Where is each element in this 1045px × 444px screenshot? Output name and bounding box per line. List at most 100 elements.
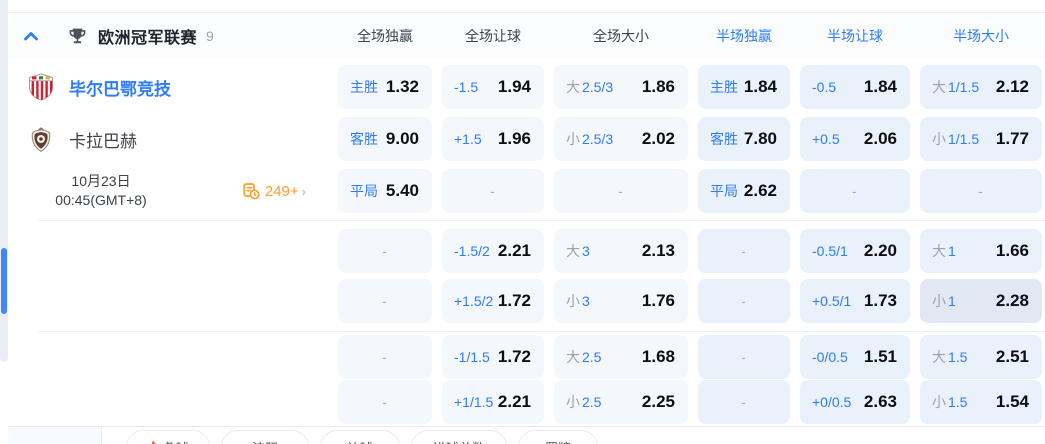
away-team[interactable]: 卡拉巴赫	[8, 113, 328, 165]
odds-value: 1.32	[386, 77, 419, 97]
odds-value: 1.66	[996, 241, 1029, 261]
odds-label: 大1.5	[932, 347, 967, 367]
odds-value: 2.02	[642, 129, 675, 149]
odds-cell[interactable]: -1.5/22.21	[442, 229, 544, 273]
market-tab[interactable]: 角球	[126, 430, 210, 444]
odds-value: 1.77	[996, 129, 1029, 149]
odds-cell-empty: -	[338, 380, 432, 424]
overunder-prefix: 大	[566, 349, 580, 365]
odds-value: 9.00	[386, 129, 419, 149]
home-team[interactable]: 毕尔巴鄂竞技	[8, 61, 328, 113]
chevron-down-icon	[45, 439, 65, 444]
odds-label: 小3	[566, 291, 590, 311]
top-strip	[8, 0, 1045, 13]
match-time: 00:45(GMT+8)	[8, 191, 194, 210]
league-header[interactable]: 欧洲冠军联赛 9 全场独赢 全场让球 全场大小 半场独赢 半场让球 半场大小	[8, 13, 1045, 59]
odds-cell[interactable]: +0.5/11.73	[800, 279, 910, 323]
odds-label: -1/1.5	[454, 349, 490, 365]
flame-icon	[147, 440, 159, 444]
column-header-halftime-1x2: 半场独赢	[698, 26, 790, 46]
odds-cell[interactable]: 大11.66	[920, 229, 1042, 273]
odds-cell-empty: -	[800, 169, 910, 213]
bottom-bar: 角球 波胆 让球 进球总数 罚牌	[8, 426, 1045, 444]
odds-value: 1.96	[498, 129, 531, 149]
column-header-halftime-overunder: 半场大小	[920, 26, 1042, 46]
home-team-name: 毕尔巴鄂竞技	[69, 75, 171, 100]
odds-cell[interactable]: 小2.52.25	[554, 380, 688, 424]
overunder-prefix: 小	[932, 293, 946, 309]
collapse-toggle[interactable]	[8, 427, 102, 444]
odds-cell-empty: -	[338, 279, 432, 323]
odds-cell[interactable]: 小1.5 1.54	[920, 380, 1042, 424]
odds-value: 1.86	[642, 77, 675, 97]
odds-label: 小1/1.5	[932, 129, 979, 149]
odds-cell[interactable]: +1/1.52.21	[442, 380, 544, 424]
odds-cell[interactable]: 客胜 9.00	[338, 117, 432, 161]
overunder-prefix: 大	[932, 349, 946, 365]
odds-value: 2.20	[864, 241, 897, 261]
odds-row-alt: - -1.5/22.21 大32.13 - -0.5/12.20 大11.66	[8, 226, 1045, 276]
odds-value: 2.21	[498, 241, 531, 261]
odds-cell[interactable]: -0.51.84	[800, 65, 910, 109]
odds-cell[interactable]: +1.5/21.72	[442, 279, 544, 323]
scrollbar-thumb[interactable]	[1, 248, 7, 314]
odds-label: -1.5	[454, 79, 478, 95]
odds-cell[interactable]: 客胜7.80	[698, 117, 790, 161]
odds-cell-empty: -	[698, 279, 790, 323]
odds-label: 大3	[566, 241, 590, 261]
away-team-crest-icon	[28, 126, 54, 153]
odds-value: 2.25	[642, 392, 675, 412]
collapse-chevron-up-icon[interactable]	[21, 26, 41, 46]
odds-cell[interactable]: 主胜1.32	[338, 65, 432, 109]
odds-row-alt: - +1/1.52.21 小2.52.25 - +0/0.52.63 小1.51…	[8, 379, 1045, 424]
odds-label: 大2.5	[566, 347, 601, 367]
odds-value: 2.62	[744, 181, 777, 201]
odds-label: 客胜	[350, 129, 378, 149]
odds-cell[interactable]: -1/1.51.72	[442, 335, 544, 379]
column-header-fulltime-overunder: 全场大小	[554, 26, 688, 46]
odds-label: -0/0.5	[812, 349, 848, 365]
scrollbar-track[interactable]	[0, 0, 8, 362]
more-markets-link[interactable]: 249+ ›	[242, 182, 306, 200]
odds-value: 1.94	[498, 77, 531, 97]
match-info: 10月23日 00:45(GMT+8) 249+ ›	[8, 165, 328, 217]
market-tab[interactable]: 进球总数	[411, 430, 507, 444]
market-tab-label: 角球	[163, 438, 189, 444]
odds-value: 2.06	[864, 129, 897, 149]
odds-cell-highlighted[interactable]: 小12.28	[920, 279, 1042, 323]
market-tab[interactable]: 波胆	[221, 430, 309, 444]
odds-cell[interactable]: -1.5 1.94	[442, 65, 544, 109]
odds-cell[interactable]: 大2.51.68	[554, 335, 688, 379]
odds-cell[interactable]: 大32.13	[554, 229, 688, 273]
odds-cell[interactable]: +0/0.52.63	[800, 380, 910, 424]
odds-cell[interactable]: 小1/1.5 1.77	[920, 117, 1042, 161]
odds-cell[interactable]: -0/0.51.51	[800, 335, 910, 379]
odds-value: 1.54	[996, 392, 1029, 412]
odds-cell[interactable]: 小3 1.76	[554, 279, 688, 323]
odds-cell[interactable]: 大1/1.52.12	[920, 65, 1042, 109]
odds-label: 小1.5	[932, 392, 967, 412]
odds-value: 5.40	[386, 181, 419, 201]
odds-cell[interactable]: 大1.52.51	[920, 335, 1042, 379]
markets-count: 249+	[265, 183, 299, 200]
odds-cell[interactable]: 平局5.40	[338, 169, 432, 213]
odds-cell[interactable]: 大2.5/31.86	[554, 65, 688, 109]
odds-cell[interactable]: -0.5/12.20	[800, 229, 910, 273]
odds-value: 1.76	[642, 291, 675, 311]
market-tab-label: 让球	[347, 438, 373, 444]
odds-cell[interactable]: +1.51.96	[442, 117, 544, 161]
market-tab[interactable]: 让球	[320, 430, 400, 444]
market-tab[interactable]: 罚牌	[518, 430, 598, 444]
column-header-halftime-handicap: 半场让球	[800, 26, 910, 46]
market-tab-label: 罚牌	[545, 438, 571, 444]
overunder-prefix: 大	[566, 243, 580, 259]
odds-cell[interactable]: 小2.5/32.02	[554, 117, 688, 161]
odds-cell[interactable]: 主胜1.84	[698, 65, 790, 109]
odds-panel: 欧洲冠军联赛 9 全场独赢 全场让球 全场大小 半场独赢 半场让球 半场大小	[8, 0, 1045, 444]
odds-cell[interactable]: +0.52.06	[800, 117, 910, 161]
odds-value: 2.12	[996, 77, 1029, 97]
column-header-fulltime-handicap: 全场让球	[442, 26, 544, 46]
odds-cell-empty: -	[338, 229, 432, 273]
odds-cell-empty: -	[442, 169, 544, 213]
odds-cell[interactable]: 平局2.62	[698, 169, 790, 213]
